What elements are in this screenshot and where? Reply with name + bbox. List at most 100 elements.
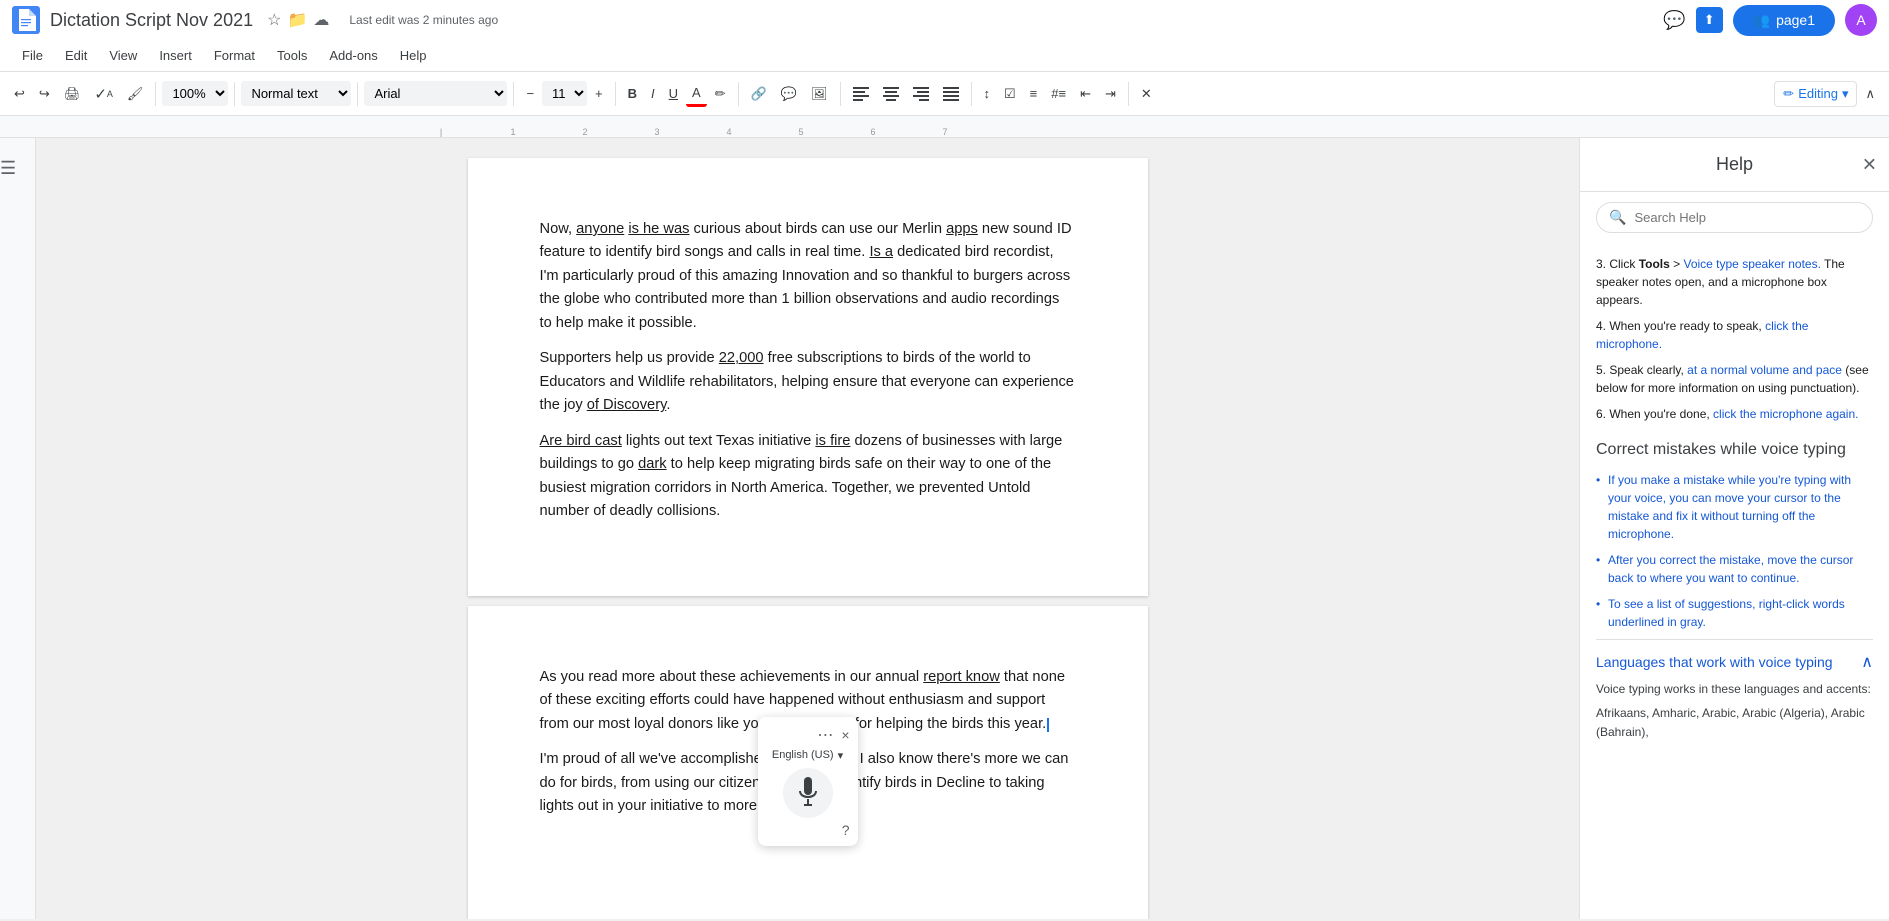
divider-5 bbox=[615, 82, 616, 106]
title-bar: Dictation Script Nov 2021 ☆ 📁 ☁ Last edi… bbox=[0, 0, 1889, 40]
search-icon: 🔍 bbox=[1609, 209, 1626, 226]
help-panel-content: 3. Click Tools > Voice type speaker note… bbox=[1580, 243, 1889, 919]
edit-icon: ✏ bbox=[1783, 86, 1794, 102]
voice-box-close[interactable]: × bbox=[841, 727, 849, 743]
spellcheck-button[interactable]: ✓A bbox=[88, 81, 119, 107]
title-right: 💬 ⬆ 👥 page1 A bbox=[1663, 4, 1877, 36]
menu-view[interactable]: View bbox=[99, 44, 147, 67]
ruler-mark-2: 2 bbox=[549, 127, 621, 137]
redo-button[interactable]: ↪ bbox=[33, 82, 56, 106]
languages-header[interactable]: Languages that work with voice typing ∧ bbox=[1596, 652, 1873, 672]
menu-bar: File Edit View Insert Format Tools Add-o… bbox=[0, 40, 1889, 72]
languages-chevron-icon: ∧ bbox=[1861, 652, 1873, 672]
document-area: Now, anyone is he was curious about bird… bbox=[36, 138, 1579, 919]
menu-tools[interactable]: Tools bbox=[267, 44, 317, 67]
languages-intro: Voice typing works in these languages an… bbox=[1596, 680, 1873, 699]
font-size-selector[interactable]: 11 10 12 14 bbox=[542, 81, 587, 106]
menu-addons[interactable]: Add-ons bbox=[319, 44, 387, 67]
bold-button[interactable]: B bbox=[622, 82, 643, 105]
google-docs-icon bbox=[12, 6, 40, 34]
ruler-numbers: | 1 2 3 4 5 6 7 bbox=[0, 116, 1889, 137]
share-button[interactable]: 👥 page1 bbox=[1733, 5, 1835, 36]
align-center-button[interactable] bbox=[877, 83, 905, 105]
indent-more-button[interactable]: ⇥ bbox=[1099, 82, 1122, 106]
last-edit-text: Last edit was 2 minutes ago bbox=[349, 13, 498, 27]
increase-font-button[interactable]: + bbox=[589, 82, 609, 105]
outline-toggle[interactable]: ☰ bbox=[0, 158, 16, 919]
insert-image-button[interactable]: 🖼 bbox=[805, 82, 834, 106]
divider-8 bbox=[971, 82, 972, 106]
help-step-4: 4. When you're ready to speak, click the… bbox=[1596, 317, 1873, 353]
text-style-selector[interactable]: Normal text Heading 1 Heading 2 bbox=[241, 81, 351, 106]
collapse-toolbar-button[interactable]: ∧ bbox=[1859, 82, 1881, 106]
numbered-list-button[interactable]: #≡ bbox=[1045, 82, 1072, 105]
menu-file[interactable]: File bbox=[12, 44, 53, 67]
justify-button[interactable] bbox=[937, 83, 965, 105]
star-icon[interactable]: ☆ bbox=[267, 10, 281, 30]
undo-button[interactable]: ↩ bbox=[8, 82, 31, 106]
page1-para1: Now, anyone is he was curious about bird… bbox=[540, 218, 1076, 335]
indent-less-button[interactable]: ⇤ bbox=[1074, 82, 1097, 106]
voice-box-more[interactable]: ⋯ bbox=[817, 725, 833, 745]
voice-language-selector[interactable]: English (US) ▾ bbox=[766, 749, 850, 762]
help-step-3: 3. Click Tools > Voice type speaker note… bbox=[1596, 255, 1873, 309]
align-right-button[interactable] bbox=[907, 83, 935, 105]
help-bullet-2: After you correct the mistake, move the … bbox=[1596, 551, 1873, 587]
outline-panel: ☰ bbox=[0, 138, 36, 919]
font-selector[interactable]: Arial Times New Roman Helvetica bbox=[364, 81, 507, 106]
text-color-button[interactable]: A bbox=[686, 81, 707, 107]
correct-mistakes-title: Correct mistakes while voice typing bbox=[1596, 439, 1873, 461]
align-left-button[interactable] bbox=[847, 83, 875, 105]
cloud-icon[interactable]: ☁ bbox=[313, 10, 329, 30]
italic-button[interactable]: I bbox=[645, 82, 661, 105]
help-panel-close[interactable]: ✕ bbox=[1862, 154, 1877, 175]
page1-para3: Are bird cast lights out text Texas init… bbox=[540, 430, 1076, 524]
line-spacing-button[interactable]: ↕ bbox=[978, 82, 997, 105]
search-input[interactable] bbox=[1634, 210, 1860, 225]
divider-9 bbox=[1128, 82, 1129, 106]
title-icons: ☆ 📁 ☁ bbox=[267, 10, 329, 30]
editing-mode-selector[interactable]: ✏ Editing ▾ bbox=[1774, 81, 1857, 107]
languages-list: Afrikaans, Amharic, Arabic, Arabic (Alge… bbox=[1596, 704, 1873, 742]
divider-3 bbox=[357, 82, 358, 106]
doc-title: Dictation Script Nov 2021 bbox=[50, 10, 253, 31]
bullet-list-button[interactable]: ≡ bbox=[1024, 82, 1044, 105]
toolbar: ↩ ↪ 🖨 ✓A 🖌 100% 75% 125% Normal text Hea… bbox=[0, 72, 1889, 116]
ruler-mark-minus1: | bbox=[405, 127, 477, 137]
present-button[interactable]: ⬆ bbox=[1696, 7, 1723, 33]
voice-box-header: ⋯ × bbox=[766, 725, 850, 745]
highlight-button[interactable]: ✏ bbox=[709, 82, 732, 106]
languages-content: Voice typing works in these languages an… bbox=[1596, 680, 1873, 742]
help-panel-title: Help bbox=[1716, 154, 1753, 175]
main-layout: ☰ Now, anyone is he was curious about bi… bbox=[0, 138, 1889, 919]
insert-link-button[interactable]: 🔗 bbox=[745, 82, 773, 106]
insert-comment-button[interactable]: 💬 bbox=[775, 82, 803, 106]
menu-edit[interactable]: Edit bbox=[55, 44, 97, 67]
menu-insert[interactable]: Insert bbox=[149, 44, 202, 67]
help-panel: Help ✕ 🔍 3. Click Tools > Voice type spe… bbox=[1579, 138, 1889, 919]
menu-help[interactable]: Help bbox=[390, 44, 437, 67]
divider-7 bbox=[840, 82, 841, 106]
help-step-6: 6. When you're done, click the microphon… bbox=[1596, 405, 1873, 423]
print-button[interactable]: 🖨 bbox=[58, 82, 87, 106]
voice-help-icon[interactable]: ? bbox=[842, 822, 850, 838]
paint-format-button[interactable]: 🖌 bbox=[121, 82, 150, 106]
languages-title: Languages that work with voice typing bbox=[1596, 654, 1833, 670]
voice-mic-button[interactable] bbox=[783, 768, 833, 818]
checklist-button[interactable]: ☑ bbox=[998, 82, 1022, 106]
ruler-mark-5: 5 bbox=[765, 127, 837, 137]
folder-icon[interactable]: 📁 bbox=[287, 10, 307, 30]
underline-button[interactable]: U bbox=[663, 82, 684, 105]
help-step-5: 5. Speak clearly, at a normal volume and… bbox=[1596, 361, 1873, 397]
comments-button[interactable]: 💬 bbox=[1663, 10, 1685, 31]
divider-6 bbox=[738, 82, 739, 106]
decrease-font-button[interactable]: − bbox=[520, 82, 540, 105]
zoom-selector[interactable]: 100% 75% 125% bbox=[162, 81, 228, 106]
menu-format[interactable]: Format bbox=[204, 44, 265, 67]
divider-2 bbox=[234, 82, 235, 106]
clear-format-button[interactable]: ✕ bbox=[1135, 82, 1158, 106]
user-avatar[interactable]: A bbox=[1845, 4, 1877, 36]
voice-typing-box: ⋯ × English (US) ▾ bbox=[758, 717, 858, 846]
search-input-wrap: 🔍 bbox=[1596, 202, 1873, 233]
ruler-mark-3: 3 bbox=[621, 127, 693, 137]
